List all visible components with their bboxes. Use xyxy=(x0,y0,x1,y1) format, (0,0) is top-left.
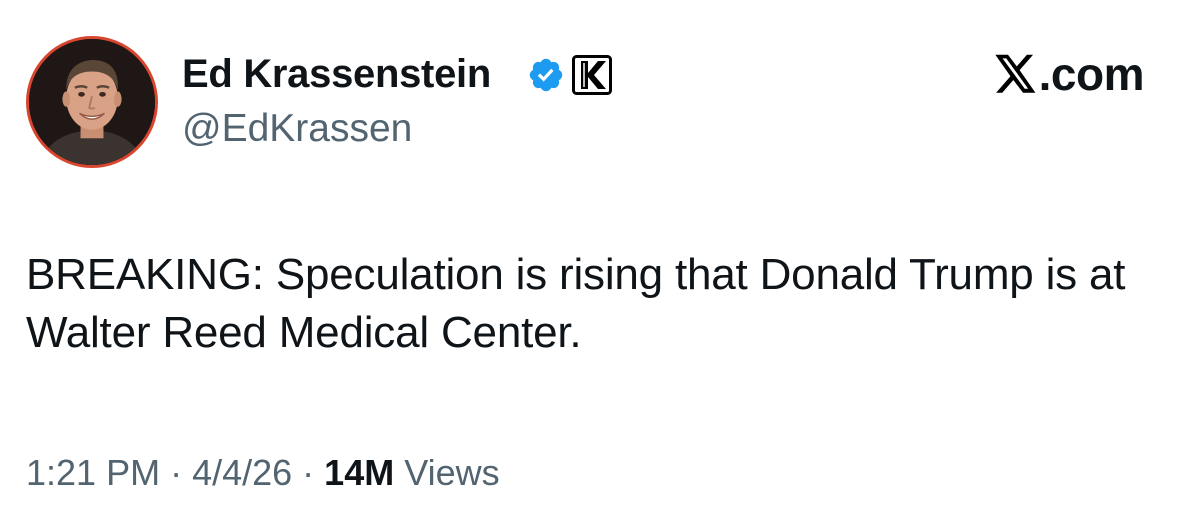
tweet-time[interactable]: 1:21 PM xyxy=(26,452,160,493)
tweet-date[interactable]: 4/4/26 xyxy=(192,452,292,493)
display-name[interactable]: Ed Krassenstein xyxy=(182,50,491,98)
avatar[interactable] xyxy=(26,36,158,168)
meta-separator: · xyxy=(292,452,325,493)
site-domain-label: .com xyxy=(1038,48,1145,100)
x-com-watermark: .com xyxy=(994,48,1145,100)
tweet-meta: 1:21 PM · 4/4/26 · 14M Views xyxy=(26,450,500,496)
x-logo-icon xyxy=(994,54,1036,93)
k-letter-badge-icon[interactable] xyxy=(572,55,612,95)
verified-badge-icon[interactable] xyxy=(527,56,565,94)
views-label: Views xyxy=(404,452,500,493)
views-count: 14M xyxy=(324,452,395,493)
user-handle[interactable]: @EdKrassen xyxy=(182,106,412,152)
profile-photo xyxy=(29,39,155,165)
tweet-text: BREAKING: Speculation is rising that Don… xyxy=(26,250,1126,357)
meta-separator: · xyxy=(160,452,193,493)
